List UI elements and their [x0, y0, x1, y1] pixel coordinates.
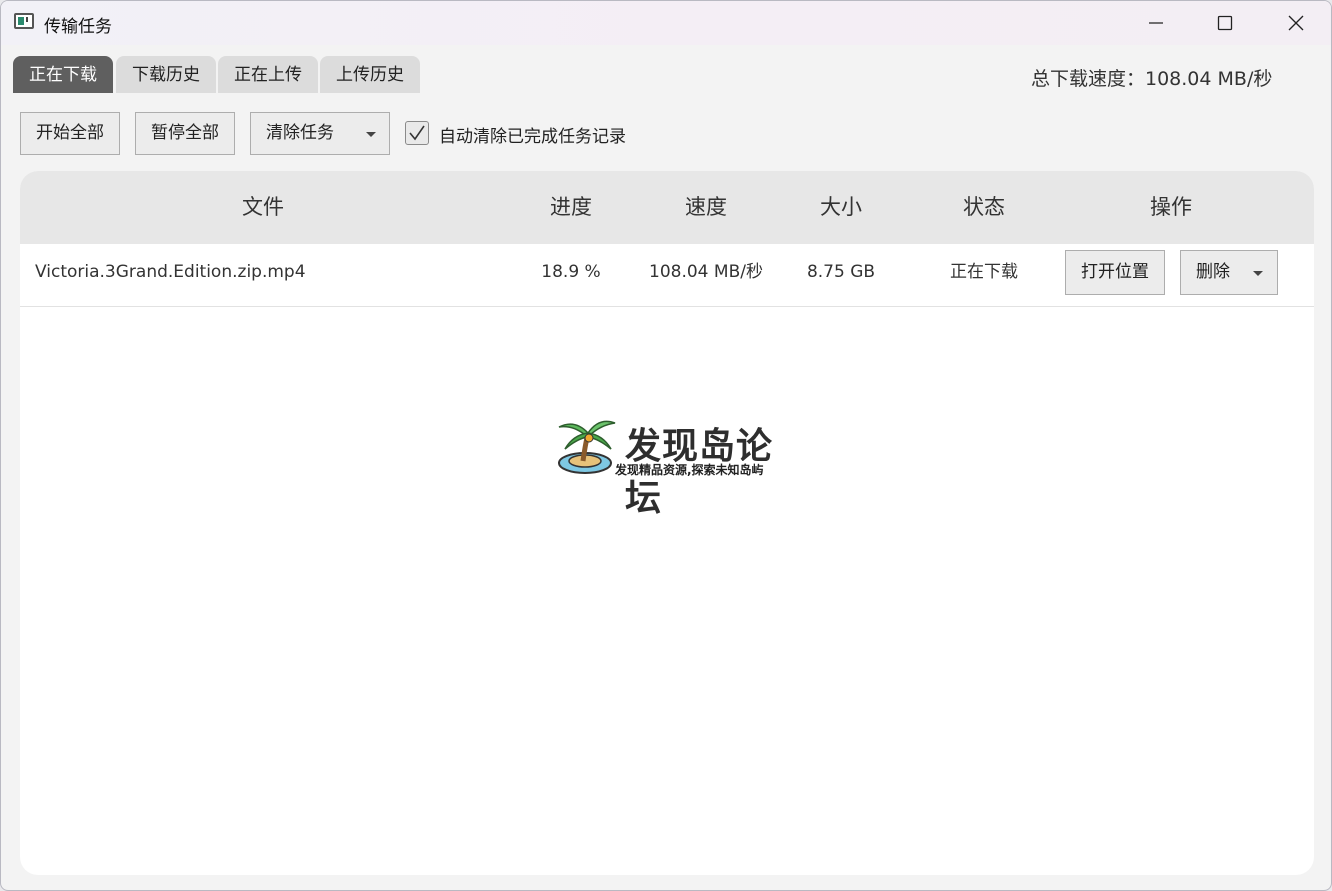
checkmark-icon: [409, 125, 425, 141]
speed-value: 108.04 MB/秒: [649, 262, 763, 282]
chevron-down-icon: [1253, 271, 1263, 276]
table-header: 文件 进度 速度 大小 状态 操作: [20, 171, 1314, 244]
minimize-button[interactable]: [1121, 1, 1191, 45]
auto-clear-label: 自动清除已完成任务记录: [439, 127, 626, 147]
clear-tasks-label: 清除任务: [266, 123, 334, 143]
auto-clear-checkbox[interactable]: [405, 121, 429, 145]
column-header-actions: 操作: [1150, 195, 1192, 219]
column-header-progress: 进度: [550, 195, 592, 219]
close-icon: [1288, 15, 1304, 31]
column-header-file: 文件: [242, 195, 284, 219]
column-header-size: 大小: [820, 195, 862, 219]
column-header-status: 状态: [963, 195, 1005, 219]
forum-watermark: 发现岛论坛 发现精品资源,探索未知岛屿: [555, 411, 795, 519]
file-name: Victoria.3Grand.Edition.zip.mp4: [35, 262, 306, 282]
tab-upload-history[interactable]: 上传历史: [320, 56, 420, 93]
total-download-speed: 总下载速度：108.04 MB/秒: [1031, 68, 1273, 90]
size-value: 8.75 GB: [806, 262, 876, 282]
chevron-down-icon: [366, 132, 376, 137]
status-value: 正在下载: [950, 262, 1018, 282]
maximize-icon: [1217, 15, 1233, 31]
delete-label: 删除: [1196, 262, 1230, 282]
maximize-button[interactable]: [1190, 1, 1260, 45]
progress-value: 18.9 %: [541, 262, 601, 282]
table-row: Victoria.3Grand.Edition.zip.mp4 18.9 % 1…: [20, 244, 1314, 307]
app-icon: [14, 13, 34, 29]
window-title: 传输任务: [44, 17, 112, 37]
transfer-window: 传输任务 正在下载 下载历史 正在上传 上传历史 总下载速度：108.04 MB…: [0, 0, 1332, 891]
title-bar: 传输任务: [1, 1, 1331, 45]
tab-uploading[interactable]: 正在上传: [218, 56, 318, 93]
tab-downloading[interactable]: 正在下载: [13, 56, 113, 93]
start-all-button[interactable]: 开始全部: [20, 112, 120, 155]
pause-all-button[interactable]: 暂停全部: [135, 112, 235, 155]
task-table: 文件 进度 速度 大小 状态 操作 Victoria.3Grand.Editio…: [20, 171, 1314, 875]
palm-island-logo: [558, 420, 616, 474]
clear-tasks-dropdown[interactable]: 清除任务: [250, 112, 390, 155]
minimize-icon: [1149, 22, 1163, 24]
open-location-button[interactable]: 打开位置: [1065, 250, 1165, 295]
tab-download-history[interactable]: 下载历史: [116, 56, 216, 93]
close-button[interactable]: [1261, 1, 1331, 45]
delete-dropdown[interactable]: 删除: [1180, 250, 1278, 295]
column-header-speed: 速度: [685, 195, 727, 219]
watermark-subtitle: 发现精品资源,探索未知岛屿: [615, 463, 764, 477]
